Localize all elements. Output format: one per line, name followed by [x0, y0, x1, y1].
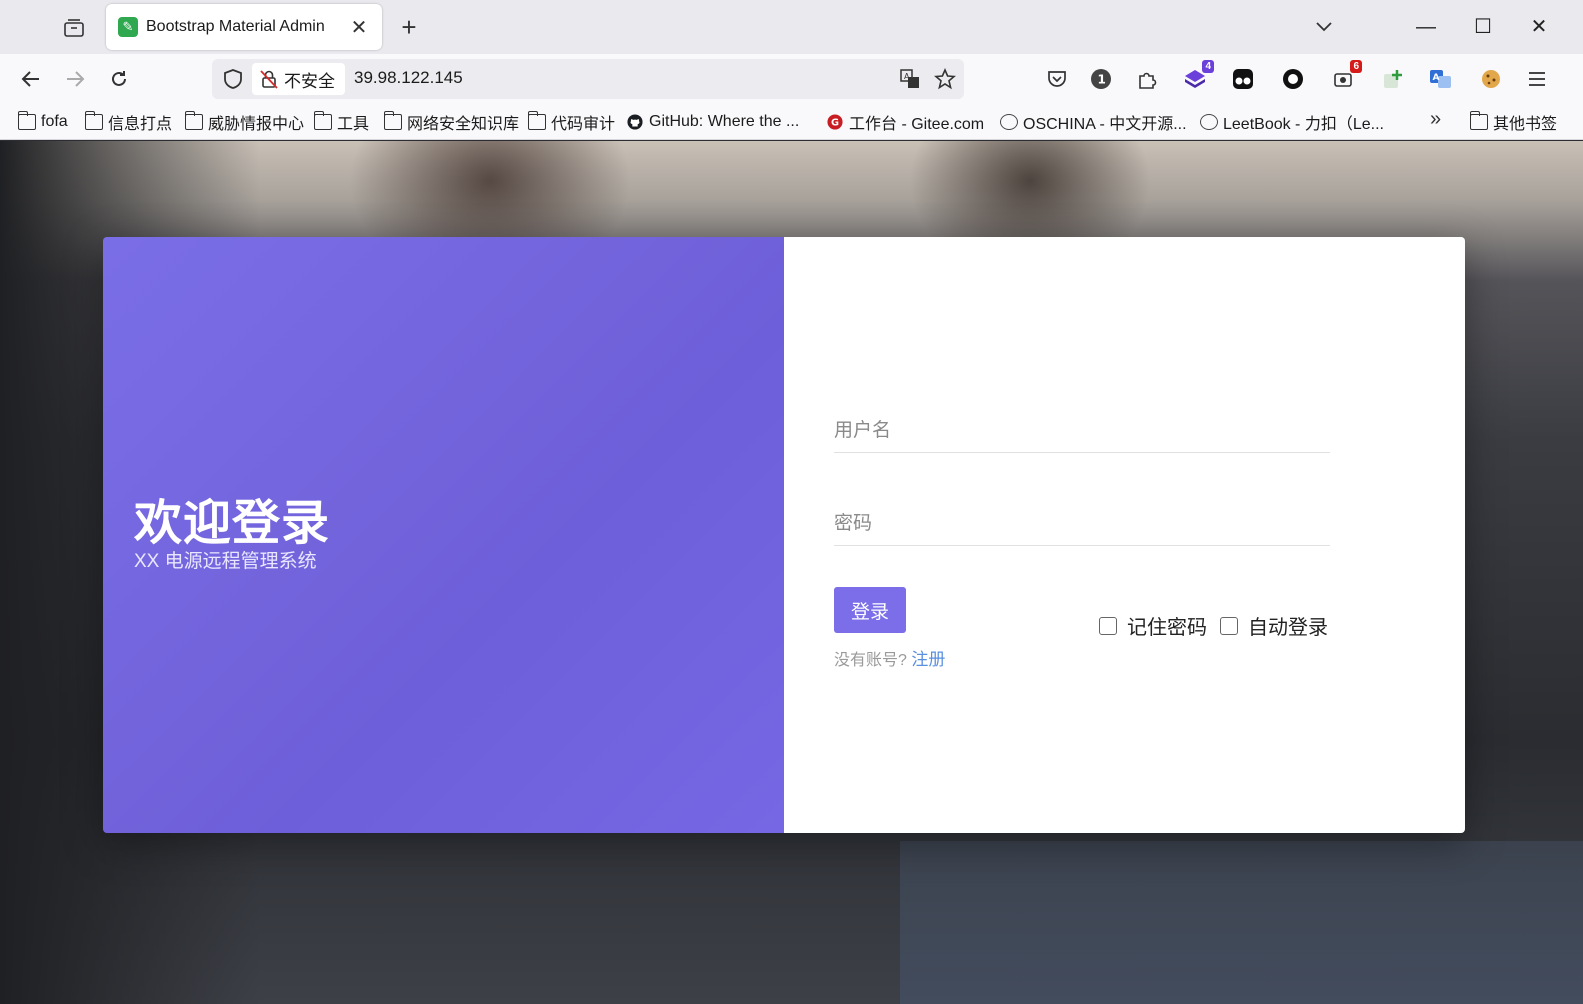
shield-icon[interactable] [222, 68, 244, 90]
url-text[interactable]: 39.98.122.145 [354, 68, 463, 88]
gitee-icon: G [827, 114, 843, 130]
folder-icon [527, 111, 546, 130]
github-icon [627, 114, 643, 130]
checkbox-box[interactable] [1099, 616, 1117, 635]
system-subtitle: XX 电源远程管理系统 [134, 551, 317, 572]
bookmark-star-icon[interactable] [933, 67, 957, 91]
auto-login-label: 自动登录 [1248, 617, 1328, 639]
svg-text:1: 1 [1098, 73, 1106, 87]
maximize-button[interactable]: ☐ [1463, 12, 1503, 42]
back-button[interactable] [16, 64, 46, 94]
password-manager-icon[interactable]: 1 [1088, 66, 1114, 92]
tab-list-icon [64, 19, 84, 37]
new-tab-button[interactable]: + [396, 12, 422, 42]
bookmark-label: 网络安全知识库 [407, 116, 520, 133]
purple-extension-icon[interactable]: 4 [1182, 60, 1214, 92]
purple-extension-badge: 4 [1202, 60, 1214, 73]
translate-page-icon[interactable]: A [898, 67, 922, 91]
forward-button[interactable] [60, 64, 90, 94]
bookmark-tools[interactable]: 工具 [313, 110, 370, 134]
globe-icon [1200, 114, 1218, 130]
folder-icon [17, 111, 36, 130]
tab-list-button[interactable] [60, 14, 88, 42]
bookmark-label: GitHub: Where the ... [649, 113, 800, 130]
bookmark-label: fofa [41, 113, 68, 130]
tab-bar: ✎ Bootstrap Material Admin ✕ + — ☐ ✕ [0, 0, 1583, 54]
svg-text:A: A [904, 72, 910, 81]
bookmark-threat-intel[interactable]: 威胁情报中心 [184, 110, 305, 134]
no-account-text: 没有账号? [834, 652, 907, 669]
page-background: 欢迎登录 XX 电源远程管理系统 登录 没有账号? 注册 记住密码 自动登录 [0, 141, 1583, 1004]
checkbox-box[interactable] [1220, 616, 1238, 635]
tab-close-button[interactable]: ✕ [348, 15, 370, 40]
bookmark-gitee[interactable]: G 工作台 - Gitee.com [826, 110, 984, 134]
close-window-button[interactable]: ✕ [1519, 12, 1559, 42]
login-button[interactable]: 登录 [834, 587, 906, 633]
svg-text:A: A [1433, 73, 1440, 83]
pocket-icon[interactable] [1044, 66, 1070, 92]
bookmark-label: OSCHINA - 中文开源... [1023, 116, 1187, 133]
welcome-title: 欢迎登录 [134, 497, 331, 550]
remember-password-label: 记住密码 [1127, 617, 1207, 639]
bookmarks-toolbar: fofa 信息打点 威胁情报中心 工具 网络安全知识库 代码审计 GitHub:… [0, 104, 1583, 140]
folder-icon [313, 111, 332, 130]
cookie-extension-icon[interactable] [1478, 66, 1504, 92]
active-tab[interactable]: ✎ Bootstrap Material Admin ✕ [106, 4, 382, 50]
folder-icon [184, 111, 203, 130]
navigation-toolbar: 不安全 39.98.122.145 A 1 4 6 A [0, 54, 1583, 104]
insecure-label: 不安全 [284, 71, 335, 91]
chevron-down-icon [1316, 22, 1332, 32]
bookmark-other[interactable]: 其他书签 [1469, 110, 1558, 134]
auto-login-checkbox[interactable]: 自动登录 [1220, 611, 1328, 640]
insecure-lock-icon [260, 70, 278, 89]
minimize-button[interactable]: — [1406, 12, 1446, 42]
login-card: 欢迎登录 XX 电源远程管理系统 登录 没有账号? 注册 记住密码 自动登录 [103, 237, 1465, 833]
bookmarks-overflow-chevron-icon[interactable]: » [1430, 108, 1441, 131]
bookmark-label: 信息打点 [108, 116, 173, 133]
bookmark-code-audit[interactable]: 代码审计 [527, 110, 616, 134]
bootstrap-favicon-icon: ✎ [118, 17, 138, 37]
arrow-right-icon [67, 71, 85, 87]
reload-button[interactable] [104, 64, 134, 94]
username-input[interactable] [834, 409, 1330, 453]
bookmark-security-kb[interactable]: 网络安全知识库 [383, 110, 520, 134]
reload-icon [112, 71, 126, 86]
password-input[interactable] [834, 502, 1330, 546]
bookmark-label: 工作台 - Gitee.com [849, 116, 985, 133]
arrow-left-icon [21, 71, 39, 87]
globe-icon [1000, 114, 1018, 130]
bookmark-label: 代码审计 [551, 116, 616, 133]
circle-extension-icon[interactable] [1280, 66, 1306, 92]
bookmark-fofa[interactable]: fofa [17, 110, 68, 134]
bookmark-label: 威胁情报中心 [208, 116, 305, 133]
green-plus-extension-icon[interactable] [1380, 66, 1406, 92]
svg-text:G: G [831, 118, 839, 129]
remember-password-checkbox[interactable]: 记住密码 [1099, 611, 1207, 640]
menu-hamburger-icon[interactable] [1524, 66, 1550, 92]
register-link[interactable]: 注册 [911, 650, 945, 669]
site-security-indicator[interactable]: 不安全 [252, 63, 345, 95]
folder-icon [383, 111, 402, 130]
list-all-tabs-button[interactable] [1304, 12, 1344, 42]
url-bar[interactable]: 不安全 39.98.122.145 A [212, 59, 964, 99]
red-extension-badge: 6 [1350, 60, 1362, 73]
bookmark-oschina[interactable]: OSCHINA - 中文开源... [1000, 110, 1187, 134]
login-form-panel: 登录 没有账号? 注册 记住密码 自动登录 [784, 237, 1465, 833]
folder-icon [84, 111, 103, 130]
bookmark-label: 工具 [337, 116, 370, 133]
bookmark-leetbook[interactable]: LeetBook - 力扣（Le... [1200, 110, 1384, 134]
extensions-puzzle-icon[interactable] [1134, 66, 1160, 92]
bookmark-github[interactable]: GitHub: Where the ... [626, 110, 799, 134]
tampermonkey-icon[interactable] [1230, 66, 1256, 92]
tab-title: Bootstrap Material Admin [146, 18, 325, 35]
bookmark-label: 其他书签 [1493, 116, 1558, 133]
bookmark-label: LeetBook - 力扣（Le... [1223, 116, 1384, 133]
bookmark-info-gathering[interactable]: 信息打点 [84, 110, 173, 134]
welcome-panel: 欢迎登录 XX 电源远程管理系统 [103, 237, 784, 833]
folder-icon [1469, 111, 1488, 130]
translate-extension-icon[interactable]: A [1428, 66, 1454, 92]
red-extension-icon[interactable]: 6 [1330, 60, 1362, 92]
no-account-line: 没有账号? 注册 [834, 645, 945, 670]
